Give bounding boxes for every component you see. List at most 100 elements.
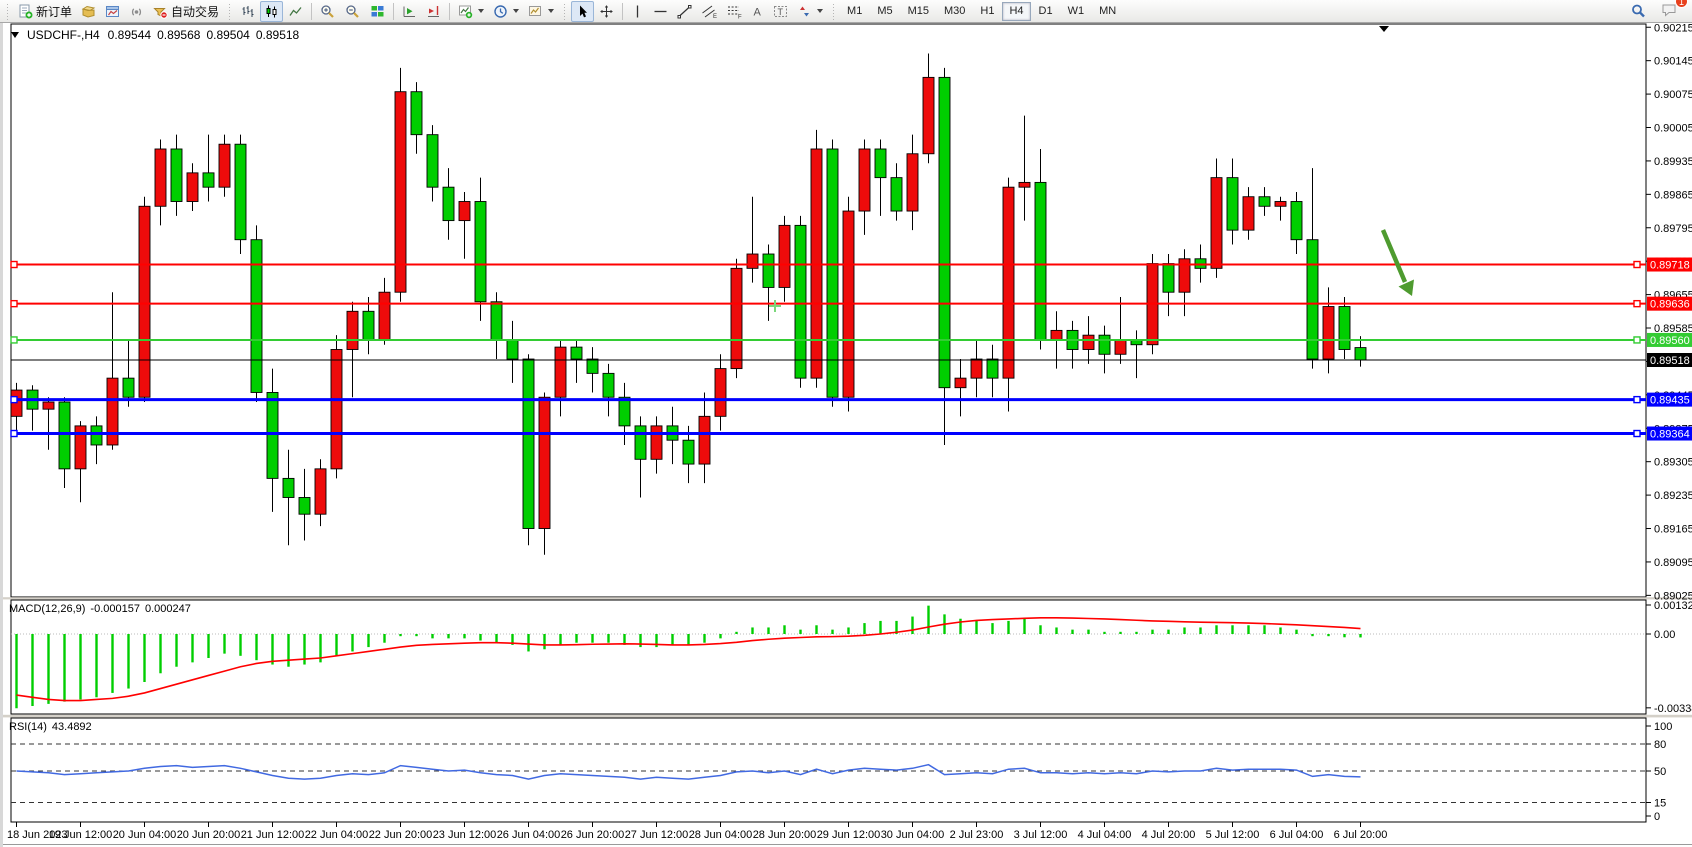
candle-body [1339,307,1350,350]
candle-body [1083,335,1094,349]
price-tag-label: 0.89435 [1650,395,1690,407]
toolbar-grip[interactable] [226,2,233,20]
auto-trading-button[interactable]: 自动交易 [149,1,223,22]
text-button[interactable]: A [747,1,768,22]
market-watch-button[interactable] [101,1,124,22]
candle-body [155,149,166,206]
templates-icon [528,4,543,19]
macd-signal-value: 0.000247 [145,603,191,615]
fibonacci-button[interactable]: F [722,1,746,22]
toolbar-grip[interactable] [4,2,11,20]
candle-body [379,292,390,340]
equidistant-channel-button[interactable]: E [697,1,721,22]
candle-body [1227,178,1238,231]
time-tick-label: 22 Jun 04:00 [305,829,369,841]
timeframe-M1[interactable]: M1 [840,2,869,21]
candle-body [859,149,870,211]
line-handle[interactable] [11,337,17,343]
time-tick-label: 23 Jun 12:00 [433,829,497,841]
zoom-out-button[interactable] [341,1,365,22]
toolbar-grip[interactable] [561,2,568,20]
line-handle[interactable] [11,262,17,268]
candle-body [1163,264,1174,293]
cursor-button[interactable] [571,1,594,22]
time-tick-label: 20 Jun 20:00 [177,829,241,841]
collapse-icon[interactable] [11,32,19,38]
time-tick-label: 30 Jun 04:00 [881,829,945,841]
chart-window-icon [105,4,120,19]
panel-splitter[interactable] [3,597,1692,599]
candle-body [123,378,134,397]
panel-splitter[interactable] [3,715,1692,718]
timeframe-M30[interactable]: M30 [937,2,972,21]
timeframe-M15[interactable]: M15 [901,2,936,21]
price-tick-label: 0.89935 [1654,156,1692,168]
timeframe-D1[interactable]: D1 [1032,2,1060,21]
toolbar-grip[interactable] [830,2,837,20]
zoom-in-button[interactable] [316,1,340,22]
templates-button[interactable] [524,1,558,22]
tile-windows-button[interactable] [366,1,389,22]
candle-body [1211,178,1222,269]
candle-body [1323,307,1334,360]
price-tick-label: 0.89095 [1654,557,1692,569]
macd-axis-label: 0.00 [1654,629,1675,641]
clock-icon [493,4,508,19]
time-tick-label: 3 Jul 12:00 [1014,829,1068,841]
candle-body [315,469,326,514]
line-handle[interactable] [1634,301,1640,307]
search-button[interactable] [1626,1,1651,22]
timeframe-H4[interactable]: H4 [1002,2,1030,21]
timeframe-MN[interactable]: MN [1092,2,1123,21]
line-handle[interactable] [1634,337,1640,343]
new-order-button[interactable]: 新订单 [14,1,76,22]
price-tick-label: 0.89865 [1654,189,1692,201]
line-handle[interactable] [1634,262,1640,268]
new-chart-button[interactable] [77,1,100,22]
periods-button[interactable] [489,1,523,22]
horizontal-line-button[interactable] [649,1,672,22]
auto-scroll-button[interactable] [398,1,421,22]
open-value: 0.89544 [108,28,151,42]
line-handle[interactable] [11,431,17,437]
candle-body [91,426,102,445]
low-value: 0.89504 [206,28,249,42]
price-tag-label: 0.89718 [1650,260,1690,272]
rsi-axis-label: 0 [1654,811,1660,823]
line-handle[interactable] [11,397,17,403]
new-order-icon [18,4,33,19]
vertical-line-icon [631,4,644,19]
cursor-icon [575,4,590,19]
line-handle[interactable] [1634,431,1640,437]
candle-body [555,347,566,397]
crosshair-button[interactable] [595,1,618,22]
indicators-button[interactable] [454,1,488,22]
timeframe-W1[interactable]: W1 [1061,2,1092,21]
candle-body [283,478,294,497]
bar-chart-type-button[interactable] [236,1,259,22]
timeframe-H1[interactable]: H1 [973,2,1001,21]
line-chart-type-button[interactable] [284,1,307,22]
arrows-icon [797,4,812,19]
vertical-line-button[interactable] [627,1,648,22]
auto-trading-label: 自动交易 [171,3,219,20]
line-handle[interactable] [1634,397,1640,403]
rsi-name: RSI(14) [9,721,47,733]
auto-scroll-icon [402,4,417,19]
candle-body [59,402,70,469]
arrows-button[interactable] [793,1,827,22]
trendline-button[interactable] [673,1,696,22]
chart-canvas: 0.902150.901450.900750.900050.899350.898… [3,23,1692,847]
candle-body [171,149,182,202]
text-label-button[interactable]: T [769,1,792,22]
timeframe-M5[interactable]: M5 [870,2,899,21]
signals-button[interactable] [125,1,148,22]
candle-body [1115,340,1126,354]
line-handle[interactable] [11,301,17,307]
chart-shift-icon [426,4,441,19]
price-tick-label: 0.90075 [1654,89,1692,101]
candle-body [1003,187,1014,378]
indicators-icon [458,4,473,19]
candlestick-chart-type-button[interactable] [260,1,283,22]
chart-shift-button[interactable] [422,1,445,22]
